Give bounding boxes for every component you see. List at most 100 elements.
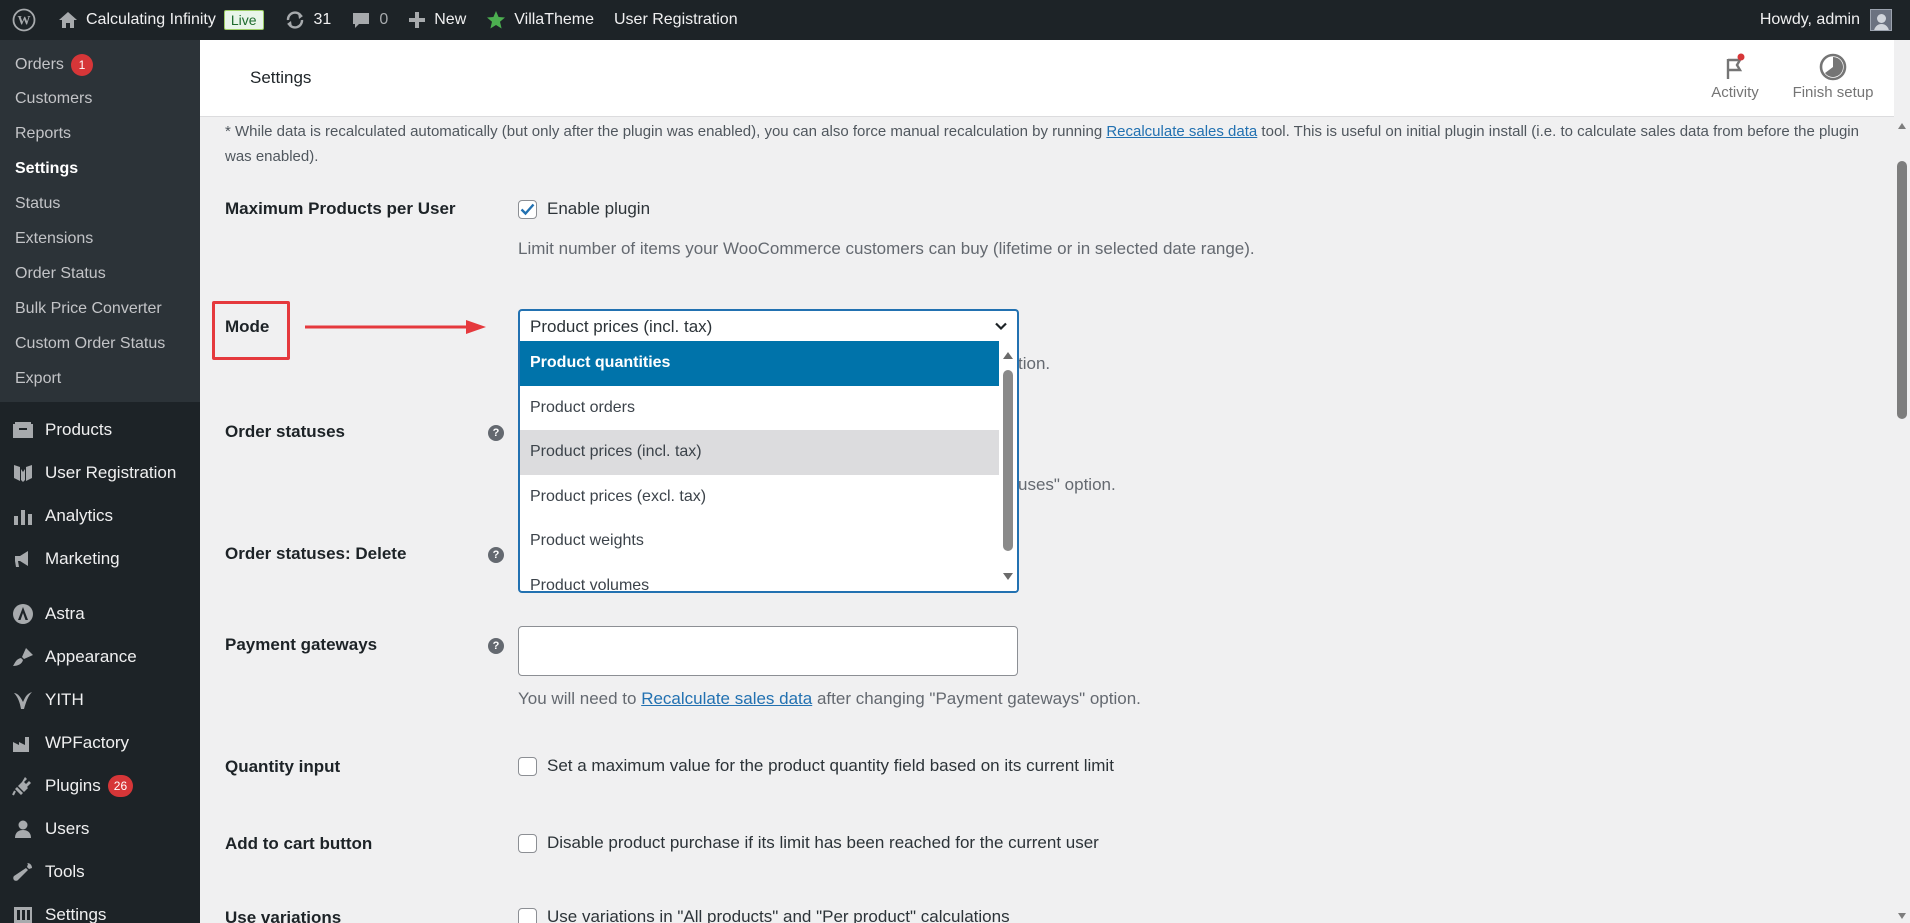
mode-option-product-orders[interactable]: Product orders <box>520 386 1000 431</box>
recalculate-sales-data-link[interactable]: Recalculate sales data <box>1106 123 1257 140</box>
mode-option-product-quantities[interactable]: Product quantities <box>520 341 1000 386</box>
submenu-item-status[interactable]: Status <box>0 186 200 221</box>
updates-link[interactable]: 31 <box>274 0 342 40</box>
menu-label: WPFactory <box>45 732 130 752</box>
submenu-item-bulk-price-converter[interactable]: Bulk Price Converter <box>0 291 200 326</box>
quantity-input-field[interactable]: Set a maximum value for the product quan… <box>518 756 1114 776</box>
menu-item-users[interactable]: Users <box>0 807 200 850</box>
submenu-item-orders[interactable]: Orders 1 <box>0 48 200 81</box>
live-badge: Live <box>223 10 264 30</box>
submenu-label: Orders <box>15 55 64 73</box>
submenu-label: Settings <box>15 159 79 177</box>
site-name: Calculating Infinity <box>86 11 216 28</box>
mode-option-product-volumes[interactable]: Product volumes <box>520 564 1000 591</box>
settings-icon <box>10 905 36 923</box>
new-content-link[interactable]: New <box>398 0 476 40</box>
menu-item-settings[interactable]: Settings <box>0 893 200 923</box>
submenu-item-export[interactable]: Export <box>0 361 200 396</box>
payment-recalculate-link[interactable]: Recalculate sales data <box>641 689 812 708</box>
menu-label: Astra <box>45 603 85 623</box>
order-statuses-help-icon[interactable]: ? <box>488 425 504 441</box>
mode-option-product-weights[interactable]: Product weights <box>520 519 1000 564</box>
scroll-down-arrow-icon[interactable] <box>1002 569 1014 587</box>
comments-link[interactable]: 0 <box>341 0 398 40</box>
menu-item-analytics[interactable]: Analytics <box>0 494 200 537</box>
menu-item-products[interactable]: Products <box>0 408 200 451</box>
submenu-item-order-status[interactable]: Order Status <box>0 256 200 291</box>
payment-desc-after: after changing "Payment gateways" option… <box>812 689 1141 708</box>
site-name-link[interactable]: Calculating Infinity Live <box>48 0 274 40</box>
villatheme-link[interactable]: VillaTheme <box>476 0 604 40</box>
menu-label: User Registration <box>45 462 177 482</box>
menu-label: Plugins <box>45 775 101 795</box>
mode-option-product-prices-excl-tax[interactable]: Product prices (excl. tax) <box>520 475 1000 520</box>
comments-count: 0 <box>379 11 389 28</box>
quantity-input-checkbox[interactable] <box>518 756 537 776</box>
menu-label: Tools <box>45 861 85 881</box>
page-scrollbar[interactable] <box>1894 117 1910 923</box>
use-variations-field[interactable]: Use variations in "All products" and "Pe… <box>518 907 1010 923</box>
chevron-down-icon <box>993 318 1009 339</box>
svg-text:W: W <box>18 13 31 28</box>
use-variations-checkbox[interactable] <box>518 907 537 923</box>
menu-item-yith[interactable]: YITH <box>0 678 200 721</box>
mode-select[interactable]: Product prices (incl. tax) <box>518 309 1019 342</box>
menu-item-astra[interactable]: Astra <box>0 592 200 635</box>
scroll-up-arrow-icon[interactable] <box>1002 347 1014 365</box>
add-to-cart-label: Add to cart button <box>225 834 373 853</box>
order-statuses-description-tail: uses" option. <box>1018 475 1116 494</box>
menu-item-tools[interactable]: Tools <box>0 850 200 893</box>
menu-item-wpfactory[interactable]: WPFactory <box>0 721 200 764</box>
max-products-label: Maximum Products per User <box>225 199 456 218</box>
enable-plugin-field[interactable]: Enable plugin <box>518 199 650 219</box>
mode-select-value: Product prices (incl. tax) <box>530 317 713 336</box>
my-account-link[interactable]: Howdy, admin <box>1750 0 1910 40</box>
order-statuses-delete-help-icon[interactable]: ? <box>488 547 504 563</box>
mode-option-product-prices-incl-tax[interactable]: Product prices (incl. tax) <box>520 430 1000 475</box>
user-registration-link[interactable]: User Registration <box>604 0 748 40</box>
submenu-label: Order Status <box>15 264 106 282</box>
dropdown-scrollbar[interactable] <box>999 341 1017 591</box>
plus-icon <box>408 11 426 29</box>
menu-item-plugins[interactable]: Plugins 26 <box>0 764 200 807</box>
add-to-cart-field[interactable]: Disable product purchase if its limit ha… <box>518 833 1099 853</box>
submenu-item-settings[interactable]: Settings <box>0 151 200 186</box>
payment-gateways-help-icon[interactable]: ? <box>488 638 504 654</box>
user-registration-label: User Registration <box>614 11 738 28</box>
analytics-icon <box>10 506 36 526</box>
users-icon <box>10 819 36 839</box>
updates-count: 31 <box>313 11 332 28</box>
page-scroll-up-icon[interactable] <box>1897 117 1907 135</box>
wordpress-logo-icon[interactable]: W <box>0 0 48 40</box>
woocommerce-submenu: Orders 1 Customers Reports Settings Stat… <box>0 40 200 402</box>
howdy-text: Howdy, admin <box>1759 11 1860 28</box>
menu-label: Appearance <box>45 646 137 666</box>
activity-button[interactable]: Activity <box>1680 50 1790 110</box>
enable-plugin-checkbox[interactable] <box>518 199 537 219</box>
dropdown-scroll-thumb[interactable] <box>1003 370 1013 551</box>
page-title: Settings <box>250 68 312 87</box>
menu-label: Marketing <box>45 548 120 568</box>
menu-item-marketing[interactable]: Marketing <box>0 537 200 580</box>
page-scroll-thumb[interactable] <box>1897 161 1907 419</box>
menu-item-appearance[interactable]: Appearance <box>0 635 200 678</box>
menu-item-user-registration[interactable]: User Registration <box>0 451 200 494</box>
submenu-item-extensions[interactable]: Extensions <box>0 221 200 256</box>
use-variations-desc: Use variations in "All products" and "Pe… <box>547 907 1010 923</box>
finish-setup-label: Finish setup <box>1792 84 1874 101</box>
submenu-item-customers[interactable]: Customers <box>0 81 200 116</box>
payment-gateways-description: You will need to Recalculate sales data … <box>518 689 1141 709</box>
menu-label: Analytics <box>45 505 114 525</box>
submenu-item-reports[interactable]: Reports <box>0 116 200 151</box>
add-to-cart-checkbox[interactable] <box>518 833 537 853</box>
mode-dropdown-list: Product quantities Product orders Produc… <box>518 341 1019 593</box>
submenu-item-custom-order-status[interactable]: Custom Order Status <box>0 326 200 361</box>
order-statuses-delete-label: Order statuses: Delete <box>225 544 407 563</box>
mode-description-tail: tion. <box>1018 354 1051 373</box>
progress-ring-icon <box>1818 50 1848 84</box>
activity-label: Activity <box>1711 84 1759 101</box>
payment-gateways-input[interactable] <box>518 626 1018 676</box>
finish-setup-button[interactable]: Finish setup <box>1778 50 1888 110</box>
avatar <box>1870 9 1892 31</box>
page-scroll-down-icon[interactable] <box>1897 907 1907 923</box>
